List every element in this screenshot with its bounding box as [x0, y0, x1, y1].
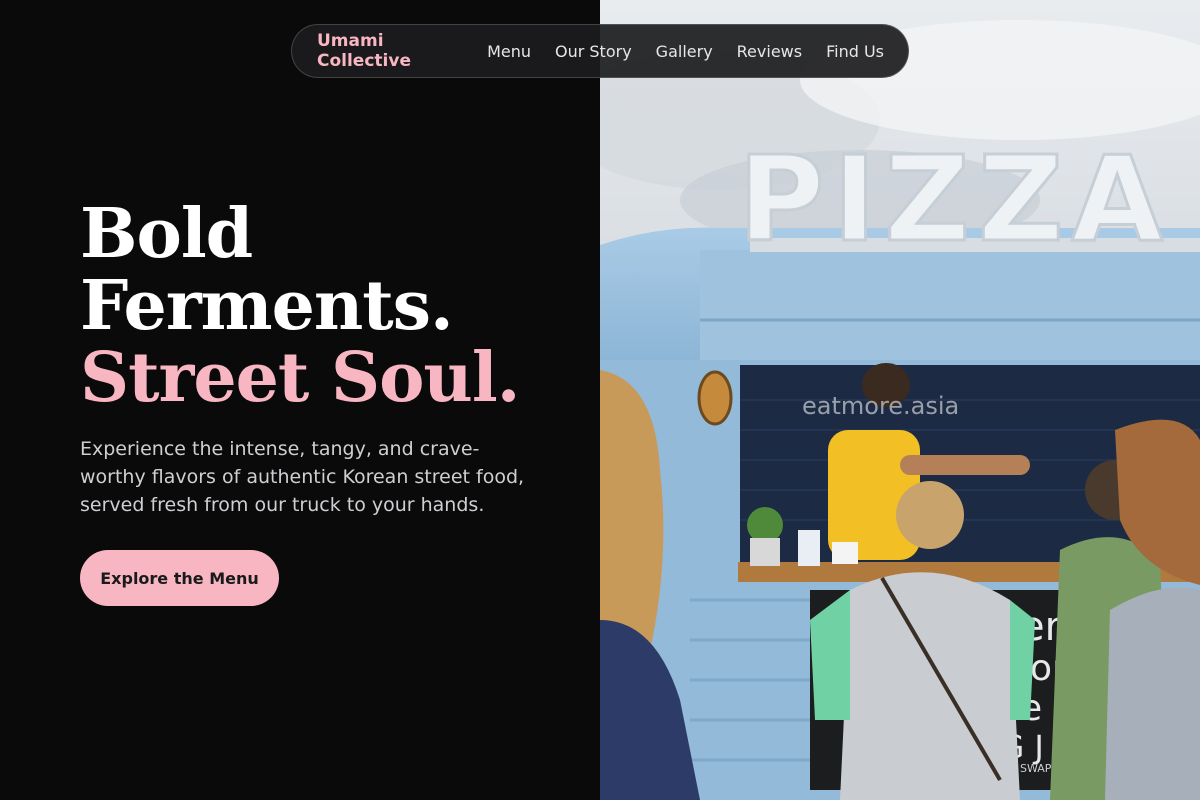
nav-link-menu[interactable]: Menu — [487, 42, 531, 61]
brand-logo[interactable]: Umami Collective — [317, 31, 455, 71]
hero-title-line-2: Ferments. — [80, 266, 454, 346]
food-truck-photo: erit oni e - IG J SWAP FOR VE PIZZA — [600, 0, 1200, 800]
hero-title: Bold Ferments. Street Soul. — [80, 194, 520, 418]
pizza-sign: PIZZA — [738, 130, 1171, 268]
nav-link-gallery[interactable]: Gallery — [656, 42, 713, 61]
explore-menu-button[interactable]: Explore the Menu — [80, 550, 279, 606]
hero-title-accent: Street Soul. — [80, 338, 520, 418]
top-navigation: Umami Collective Menu Our Story Gallery … — [291, 24, 909, 78]
nav-link-find-us[interactable]: Find Us — [826, 42, 884, 61]
hero-panel: Bold Ferments. Street Soul. Experience t… — [0, 0, 600, 800]
hero-title-line-1: Bold — [80, 194, 253, 274]
nav-link-our-story[interactable]: Our Story — [555, 42, 632, 61]
nav-link-reviews[interactable]: Reviews — [737, 42, 802, 61]
photo-watermark: eatmore.asia — [802, 392, 960, 420]
hero-description: Experience the intense, tangy, and crave… — [80, 438, 525, 516]
